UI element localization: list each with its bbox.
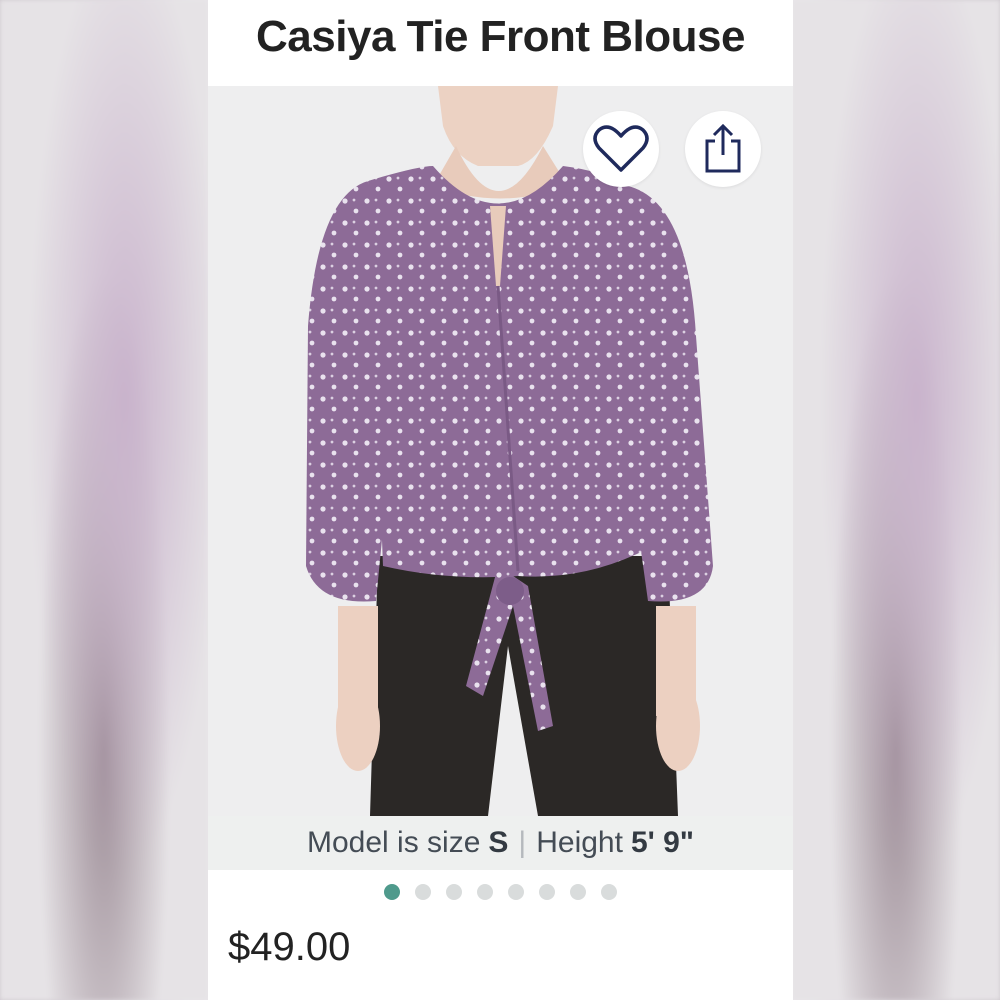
model-size-caption: Model is size S | Height 5' 9" (208, 816, 793, 870)
caption-separator: | (518, 826, 527, 859)
blurred-background-left (0, 0, 208, 1000)
heart-outline-icon (593, 125, 649, 172)
model-height-label: Height (536, 826, 623, 859)
model-size-label: Model is size (307, 826, 481, 859)
product-image[interactable] (208, 86, 793, 816)
share-button[interactable] (685, 111, 761, 187)
favorite-button[interactable] (583, 111, 659, 187)
model-height-value: 5' 9" (630, 826, 694, 859)
blurred-background-right (792, 0, 1000, 1000)
carousel-dot[interactable] (384, 884, 400, 900)
carousel-dot[interactable] (570, 884, 586, 900)
carousel-indicator (208, 884, 793, 902)
carousel-dot[interactable] (539, 884, 555, 900)
carousel-dot[interactable] (601, 884, 617, 900)
model-photo (208, 86, 793, 816)
model-size-value: S (488, 826, 509, 859)
carousel-dot[interactable] (415, 884, 431, 900)
product-card: Casiya Tie Front Blouse Model is size S … (208, 0, 793, 1000)
carousel-dot[interactable] (446, 884, 462, 900)
product-title: Casiya Tie Front Blouse (256, 12, 745, 61)
share-upload-icon (705, 123, 741, 173)
carousel-dot[interactable] (477, 884, 493, 900)
product-price: $49.00 (228, 925, 351, 969)
carousel-dot[interactable] (508, 884, 524, 900)
